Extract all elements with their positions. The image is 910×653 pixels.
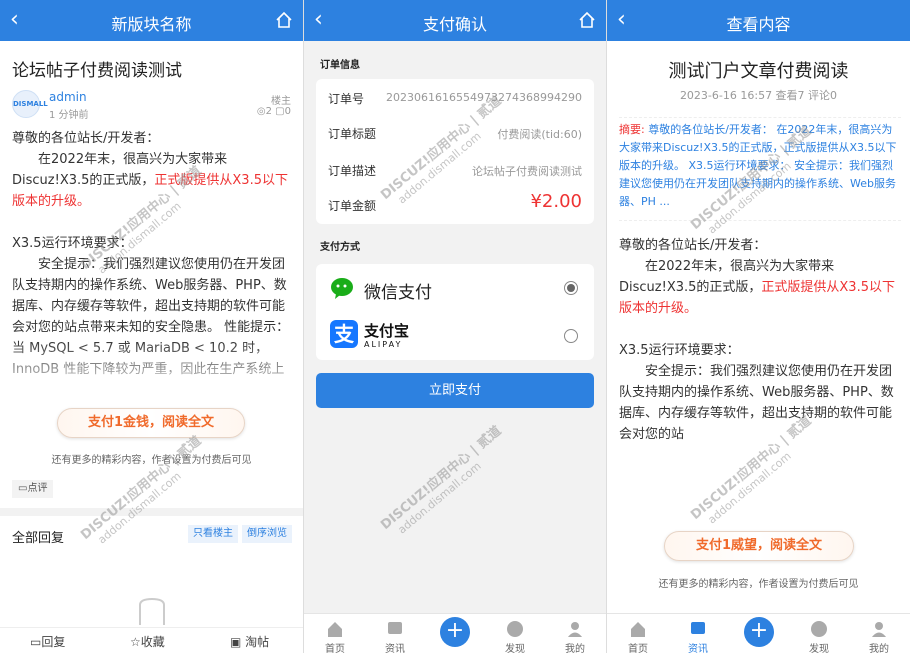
wechat-pay-option[interactable]: 微信支付 [316, 264, 594, 312]
wechat-pay-label: 微信支付 [364, 283, 432, 303]
post-plus-button[interactable]: + [744, 617, 774, 647]
wechat-logo-icon [330, 274, 358, 302]
only-owner-button[interactable]: 只看楼主 [188, 525, 238, 543]
article-summary: 摘要: 尊敬的各位站长/开发者： 在2022年末，很高兴为大家带来Discuz!… [619, 117, 901, 221]
owner-badge: 楼主 [271, 96, 291, 107]
comment-icon: ▢ [275, 106, 285, 117]
content-mask [0, 380, 303, 410]
order-desc-label: 订单描述 [328, 164, 377, 178]
order-amount-label: 订单金额 [328, 199, 377, 213]
bottom-tab-bar: 首页 资讯 + 发现 我的 [304, 613, 606, 653]
comment-button[interactable]: ▭点评 [12, 480, 54, 498]
article-body: 尊敬的各位站长/开发者： 在2022年末，很高兴为大家带来Discuz!X3.5… [619, 235, 903, 445]
paid-content-hint: 还有更多的精彩内容，作者设置为付费后可见 [658, 579, 859, 590]
header-bar: ‹ 查看内容 [607, 0, 910, 41]
tab-discover[interactable]: 发现 [495, 616, 535, 653]
header-title: 支付确认 [422, 15, 487, 34]
order-no-label: 订单号 [328, 92, 365, 106]
post-time: 1 分钟前 [49, 110, 89, 121]
article-meta: 2023-6-16 16:57 查看7 评论0 [679, 89, 838, 102]
favorite-button[interactable]: ☆收藏 [130, 633, 165, 650]
user-icon [568, 622, 582, 637]
alipay-label: 支付宝 [364, 322, 410, 340]
news-icon [388, 622, 402, 634]
order-info-card: 订单号 2023061616554973274368994290 订单标题 付费… [316, 79, 594, 224]
thread-action-bar: ▭回复 ☆收藏 ▣ 淘帖 [0, 627, 303, 653]
home-icon [328, 622, 342, 637]
paragraph: 尊敬的各位站长/开发者： [619, 238, 767, 253]
bottom-tab-bar: 首页 资讯 + 发现 我的 [607, 613, 910, 653]
alipay-radio[interactable] [564, 329, 578, 343]
header-title: 新版块名称 [111, 15, 192, 34]
portal-article-panel: ‹ 查看内容 测试门户文章付费阅读 2023-6-16 16:57 查看7 评论… [607, 0, 910, 653]
home-icon[interactable] [578, 11, 596, 29]
share-icon: ▣ [230, 635, 242, 649]
tab-mine[interactable]: 我的 [555, 616, 595, 653]
star-icon: ☆ [130, 635, 141, 649]
order-title-value: 付费阅读(tid:60) [497, 128, 582, 141]
header-bar: ‹ 支付确认 [304, 0, 606, 41]
header-bar: ‹ 新版块名称 [0, 0, 303, 41]
paragraph: 在2022年末，很高兴为大家带来Discuz!X3.5的正式版，正式版提供从X3… [12, 152, 288, 209]
comment-count: 0 [284, 106, 291, 117]
eye-icon: ◎ [256, 106, 266, 117]
alipay-option[interactable]: 支 支付宝 ALIPAY [316, 312, 594, 360]
all-replies-heading: 全部回复 [12, 531, 65, 546]
paragraph: 安全提示：我们强烈建议您使用仍在开发团队支持期内的操作系统、Web服务器、PHP… [619, 364, 894, 442]
compass-icon [811, 621, 827, 637]
thread-title: 论坛帖子付费阅读测试 [12, 61, 182, 81]
pay-to-read-button[interactable]: 支付1威望，阅读全文 [664, 531, 854, 561]
divider [0, 508, 303, 516]
compass-icon [507, 621, 523, 637]
summary-label: 摘要: [619, 123, 645, 136]
paragraph: X3.5运行环境要求： [619, 343, 740, 358]
pay-now-button[interactable]: 立即支付 [316, 373, 594, 408]
order-info-label: 订单信息 [320, 60, 360, 71]
summary-text: 尊敬的各位站长/开发者： 在2022年末，很高兴为大家带来Discuz!X3.5… [619, 123, 897, 208]
pay-to-read-button[interactable]: 支付1金钱，阅读全文 [57, 408, 245, 438]
avatar[interactable]: DISMALL [12, 90, 48, 118]
order-no-value: 2023061616554973274368994290 [386, 91, 582, 104]
home-icon [631, 622, 645, 637]
tab-home[interactable]: 首页 [315, 616, 355, 653]
paragraph: 在2022年末，很高兴为大家带来Discuz!X3.5的正式版，正式版提供从X3… [619, 259, 895, 316]
payment-confirm-panel: ‹ 支付确认 订单信息 订单号 202306161655497327436899… [304, 0, 606, 653]
post-stats: ◎2 ▢0 [257, 106, 291, 117]
reply-button[interactable]: ▭回复 [30, 633, 65, 650]
tab-mine[interactable]: 我的 [859, 616, 899, 653]
tab-news[interactable]: 资讯 [678, 616, 718, 653]
paid-content-hint: 还有更多的精彩内容，作者设置为付费后可见 [51, 455, 252, 466]
header-title: 查看内容 [726, 15, 791, 34]
reply-icon: ▭ [30, 635, 42, 649]
news-icon [691, 622, 705, 634]
order-amount-value: ¥2.00 [530, 191, 582, 212]
pay-method-label: 支付方式 [320, 242, 360, 253]
author-name[interactable]: admin [49, 90, 87, 104]
order-desc-value: 论坛帖子付费阅读测试 [472, 165, 582, 178]
user-icon [872, 622, 886, 637]
drift-button[interactable]: ▣ 淘帖 [230, 633, 269, 650]
post-plus-button[interactable]: + [440, 617, 470, 647]
wechat-radio[interactable] [564, 281, 578, 295]
order-title-label: 订单标题 [328, 127, 377, 141]
alipay-logo-icon: 支 [330, 320, 358, 348]
alipay-sublabel: ALIPAY [364, 340, 403, 349]
pay-method-card: 微信支付 支 支付宝 ALIPAY [316, 264, 594, 360]
forum-thread-panel: ‹ 新版块名称 论坛帖子付费阅读测试 DISMALL admin 1 分钟前 楼… [0, 0, 303, 653]
home-icon[interactable] [275, 11, 293, 29]
tab-news[interactable]: 资讯 [375, 616, 415, 653]
paragraph: 尊敬的各位站长/开发者： [12, 131, 160, 146]
empty-chair-icon [139, 597, 165, 625]
view-count: 2 [265, 106, 272, 117]
tab-discover[interactable]: 发现 [799, 616, 839, 653]
article-title: 测试门户文章付费阅读 [668, 61, 849, 82]
reverse-order-button[interactable]: 倒序浏览 [242, 525, 292, 543]
tab-home[interactable]: 首页 [618, 616, 658, 653]
paragraph: X3.5运行环境要求： [12, 236, 133, 251]
